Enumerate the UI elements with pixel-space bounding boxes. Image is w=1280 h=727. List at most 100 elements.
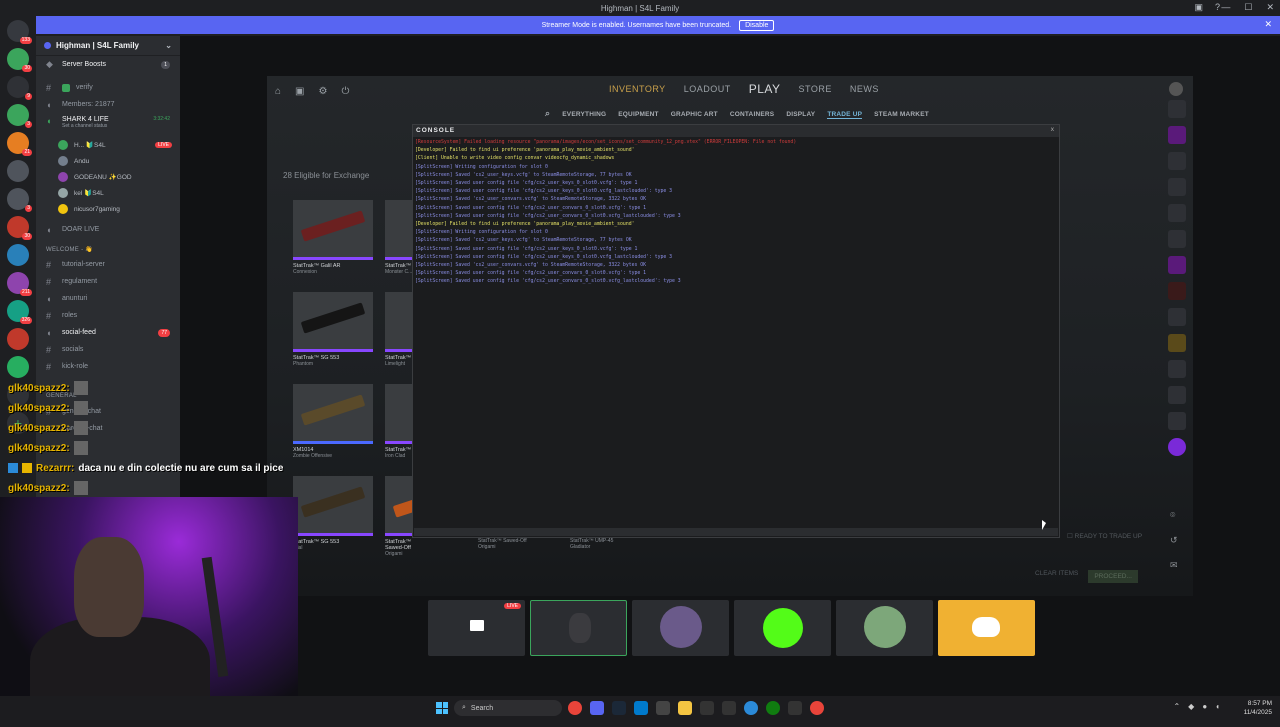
category-welcome[interactable]: WELCOME - 👋 [36, 242, 180, 256]
server-icon[interactable]: 30 [7, 48, 32, 72]
participant-tile[interactable] [938, 600, 1035, 656]
subnav-graphic-art[interactable]: GRAPHIC ART [671, 111, 718, 119]
friend-avatar[interactable] [1168, 126, 1186, 144]
windows-start-icon[interactable] [436, 702, 448, 714]
participant-tile[interactable] [632, 600, 729, 656]
chevron-down-icon[interactable]: ⌄ [165, 41, 172, 50]
channel-regulament[interactable]: # regulament [36, 273, 180, 290]
subnav-equipment[interactable]: EQUIPMENT [618, 111, 658, 119]
friend-avatar[interactable] [1168, 334, 1186, 352]
app-icon[interactable] [744, 701, 758, 715]
tab-loadout[interactable]: LOADOUT [684, 84, 731, 96]
close-window-button[interactable]: ✕ [1266, 2, 1274, 13]
channel-members[interactable]: ◖ Members: 21877 [36, 96, 180, 113]
voice-user[interactable]: kel 🔰S4L [36, 185, 180, 201]
tab-inventory[interactable]: INVENTORY [609, 84, 666, 96]
weapon-item[interactable]: StatTrak™ Sawed-Off Origami [385, 476, 413, 560]
server-icon[interactable]: 9 [7, 76, 32, 100]
server-icon[interactable] [7, 328, 29, 350]
minimize-button[interactable]: — [1221, 2, 1230, 13]
subnav-steam-market[interactable]: STEAM MARKET [874, 111, 929, 119]
channel-doar-live[interactable]: ◖ DOAR LIVE [36, 221, 180, 238]
server-icon[interactable]: 30 [7, 216, 32, 240]
taskbar-clock[interactable]: 8:57 PM 11/4/2025 [1244, 699, 1272, 717]
search-icon[interactable]: ⌕ [545, 108, 550, 119]
server-icon[interactable] [7, 160, 29, 182]
taskbar-search[interactable]: ⌕ Search [454, 700, 562, 716]
friend-avatar[interactable] [1168, 204, 1186, 222]
channel-verify[interactable]: # verify [36, 79, 180, 96]
weapon-item[interactable]: StatTrak™ Monster C... [385, 200, 413, 284]
server-icon[interactable] [7, 244, 29, 266]
participant-tile[interactable] [530, 600, 627, 656]
server-icon[interactable] [7, 356, 29, 378]
file-explorer-icon[interactable] [678, 701, 692, 715]
weapon-item[interactable]: StatTrak™ Galil AR Connexion [293, 200, 373, 284]
direct-messages-icon[interactable]: 133 [7, 20, 32, 44]
participant-tile[interactable] [836, 600, 933, 656]
subnav-containers[interactable]: CONTAINERS [730, 111, 775, 119]
server-header[interactable]: Highman | S4L Family ⌄ [36, 36, 180, 56]
server-icon[interactable]: 211 [7, 272, 32, 296]
subnav-display[interactable]: DISPLAY [786, 111, 815, 119]
microphone-icon[interactable]: ● [1202, 702, 1207, 711]
friend-avatar[interactable] [1168, 308, 1186, 326]
channel-tutorial-server[interactable]: # tutorial-server [36, 256, 180, 273]
clear-items-button[interactable]: CLEAR ITEMS [1035, 570, 1078, 583]
screen-share-tile[interactable]: LIVE [428, 600, 525, 656]
server-icon[interactable]: 21 [7, 132, 32, 156]
settings-gear-icon[interactable]: ⚙ [319, 86, 328, 97]
volume-icon[interactable]: ◖ [1215, 702, 1220, 711]
console-input[interactable] [414, 528, 1058, 536]
app-icon[interactable] [788, 701, 802, 715]
history-icon[interactable]: ↺ [1170, 535, 1178, 546]
proceed-button[interactable]: PROCEED... [1088, 570, 1138, 583]
weapon-item[interactable]: StatTrak™ Limelight [385, 292, 413, 376]
chevron-up-icon[interactable]: ⌃ [1173, 702, 1180, 711]
antenna-icon[interactable]: ⌾ [1170, 510, 1178, 521]
participant-tile[interactable] [734, 600, 831, 656]
discord-icon[interactable] [590, 701, 604, 715]
server-icon[interactable]: 326 [7, 300, 32, 324]
console-close-icon[interactable]: x [1051, 126, 1055, 133]
friend-avatar[interactable] [1168, 360, 1186, 378]
app-icon[interactable] [656, 701, 670, 715]
inbox-icon[interactable]: ▣ [1194, 2, 1203, 13]
disable-streamer-mode-button[interactable]: Disable [739, 19, 775, 31]
app-icon[interactable] [700, 701, 714, 715]
tab-store[interactable]: STORE [799, 84, 832, 96]
voice-user[interactable]: H... 🔰S4L LIVE [36, 137, 180, 153]
chrome-icon[interactable] [568, 701, 582, 715]
friend-avatar[interactable] [1168, 282, 1186, 300]
inventory-icon[interactable]: ▣ [295, 86, 304, 97]
server-icon[interactable]: 3 [7, 188, 32, 212]
friend-avatar[interactable] [1168, 438, 1186, 456]
friend-avatar[interactable] [1168, 100, 1186, 118]
tab-news[interactable]: NEWS [850, 84, 879, 96]
profile-avatar[interactable] [1169, 82, 1183, 96]
subnav-trade-up[interactable]: TRADE UP [827, 111, 863, 119]
weapon-item[interactable]: StatTrak™ SG 553 Phantom [293, 292, 373, 376]
friend-avatar[interactable] [1168, 412, 1186, 430]
vscode-icon[interactable] [634, 701, 648, 715]
subnav-everything[interactable]: EVERYTHING [562, 111, 606, 119]
channel-socials[interactable]: # socials [36, 341, 180, 358]
voice-user[interactable]: nicusor7gaming [36, 201, 180, 217]
mail-icon[interactable]: ✉ [1170, 560, 1178, 571]
tray-app-icon[interactable]: ◆ [1188, 702, 1194, 711]
tab-play[interactable]: PLAY [749, 82, 781, 96]
app-icon[interactable] [810, 701, 824, 715]
friend-avatar[interactable] [1168, 386, 1186, 404]
help-icon[interactable]: ? [1215, 2, 1220, 13]
friend-avatar[interactable] [1168, 178, 1186, 196]
channel-shark-4-life[interactable]: ◖ SHARK 4 LIFE Set a channel status 3:32… [36, 113, 180, 137]
weapon-item[interactable]: StatTrak™ Iron Clad [385, 384, 413, 468]
channel-kick-role[interactable]: # kick-role [36, 358, 180, 375]
friend-avatar[interactable] [1168, 256, 1186, 274]
channel-social-feed[interactable]: ◖ social-feed 77 [36, 324, 180, 341]
server-boosts[interactable]: ◆ Server Boosts 1 [36, 56, 180, 73]
power-icon[interactable]: ⏻ [341, 86, 349, 97]
maximize-button[interactable]: ☐ [1244, 2, 1252, 13]
ready-to-trade-up[interactable]: ☐ READY TO TRADE UP [1067, 532, 1142, 540]
friend-avatar[interactable] [1168, 152, 1186, 170]
